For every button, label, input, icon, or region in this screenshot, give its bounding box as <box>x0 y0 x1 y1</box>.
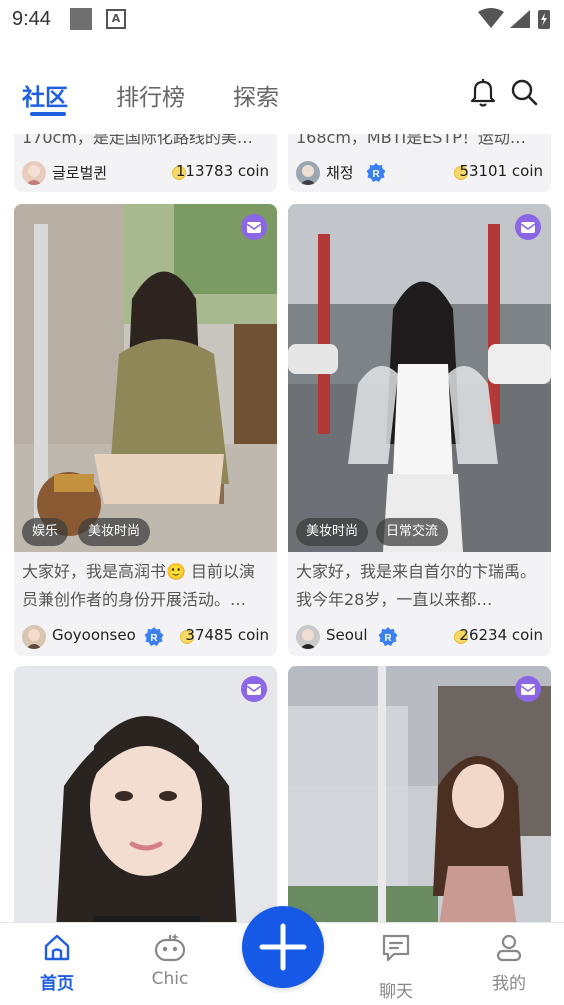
nav-chic[interactable]: Chic <box>130 931 210 989</box>
card-tag[interactable]: 美妆时尚 <box>296 518 369 546</box>
feed-card[interactable] <box>288 666 551 922</box>
author-name[interactable]: Goyoonseo <box>52 626 136 644</box>
coin-count: 113783 coin <box>175 162 269 180</box>
notification-a-icon: A <box>106 9 126 29</box>
nav-label: 聊天 <box>379 982 413 1002</box>
coin-count: 26234 coin <box>459 626 543 644</box>
card-description: 大家好，我是高润书🙂 目前以演员兼创作者的身份开展活动。… <box>22 562 256 609</box>
active-tab-indicator <box>30 112 66 116</box>
author-name[interactable]: 글로벌퀸 <box>52 162 107 183</box>
coin-count: 37485 coin <box>185 626 269 644</box>
top-tabs: 社区 排行榜 探索 <box>0 72 564 128</box>
home-icon <box>44 934 70 961</box>
feed: 170cm，是走国际化路线的美… 글로벌퀸 113783 coin 168cm，… <box>0 134 564 922</box>
search-icon[interactable] <box>508 76 540 108</box>
svg-text:R: R <box>372 169 380 180</box>
feed-card[interactable]: 娱乐 美妆时尚 大家好，我是高润书🙂 目前以演员兼创作者的身份开展活动。… Go… <box>14 204 277 656</box>
status-bar: 9:44 A <box>0 0 564 40</box>
author-row: 채정 R 53101 coin <box>296 160 545 186</box>
coin-count: 53101 coin <box>459 162 543 180</box>
svg-text:R: R <box>150 633 158 644</box>
card-tag[interactable]: 日常交流 <box>376 518 449 546</box>
author-name[interactable]: 채정 <box>326 162 354 183</box>
card-tag[interactable]: 美妆时尚 <box>78 518 151 546</box>
system-status-icons <box>478 8 550 29</box>
feed-card[interactable] <box>14 666 277 922</box>
notification-square-icon <box>70 8 92 30</box>
avatar[interactable] <box>22 161 46 185</box>
avatar[interactable] <box>22 625 46 649</box>
author-row: 글로벌퀸 113783 coin <box>22 160 271 186</box>
mail-badge-icon <box>241 214 267 240</box>
card-description: 大家好，我是来自首尔的卞瑞禹。 我今年28岁，一直以来都… <box>296 562 537 609</box>
card-photo[interactable] <box>288 666 551 922</box>
author-row: Seoul R 26234 coin <box>296 624 545 650</box>
card-description: 170cm，是走国际化路线的美… <box>22 134 253 147</box>
mail-badge-icon <box>515 676 541 702</box>
tab-ranking[interactable]: 排行榜 <box>116 78 185 112</box>
card-photo[interactable] <box>14 204 277 552</box>
feed-card[interactable]: 美妆时尚 日常交流 大家好，我是来自首尔的卞瑞禹。 我今年28岁，一直以来都… … <box>288 204 551 656</box>
status-time: 9:44 <box>12 8 51 30</box>
verified-badge-icon: R <box>378 627 398 646</box>
robot-icon <box>154 933 186 962</box>
mail-badge-icon <box>241 676 267 702</box>
nav-label: 我的 <box>492 974 526 994</box>
card-photo[interactable] <box>14 666 277 922</box>
nav-chat[interactable]: 聊天 <box>356 931 436 1002</box>
card-tag[interactable]: 娱乐 <box>22 518 69 546</box>
nav-home[interactable]: 首页 <box>17 931 97 994</box>
avatar[interactable] <box>296 161 320 185</box>
plus-icon <box>259 923 307 971</box>
author-name[interactable]: Seoul <box>326 626 368 644</box>
tab-explore[interactable]: 探索 <box>233 78 279 112</box>
author-row: Goyoonseo R 37485 coin <box>22 624 271 650</box>
verified-badge-icon: R <box>366 163 386 182</box>
avatar[interactable] <box>296 625 320 649</box>
feed-card[interactable]: 170cm，是走国际化路线的美… 글로벌퀸 113783 coin <box>14 134 277 192</box>
svg-text:R: R <box>384 633 392 644</box>
nav-label: Chic <box>151 969 189 989</box>
tab-community[interactable]: 社区 <box>22 78 68 112</box>
card-photo[interactable] <box>288 204 551 552</box>
card-description: 168cm，MBTI是ESTP！运动… <box>296 134 526 147</box>
feed-card[interactable]: 168cm，MBTI是ESTP！运动… 채정 R 53101 coin <box>288 134 551 192</box>
bell-icon[interactable] <box>467 76 499 108</box>
nav-profile[interactable]: 我的 <box>469 931 549 994</box>
mail-badge-icon <box>515 214 541 240</box>
chat-icon <box>382 934 410 962</box>
verified-badge-icon: R <box>144 627 164 646</box>
nav-label: 首页 <box>40 974 74 994</box>
create-post-button[interactable] <box>242 906 324 988</box>
profile-icon <box>496 934 522 962</box>
